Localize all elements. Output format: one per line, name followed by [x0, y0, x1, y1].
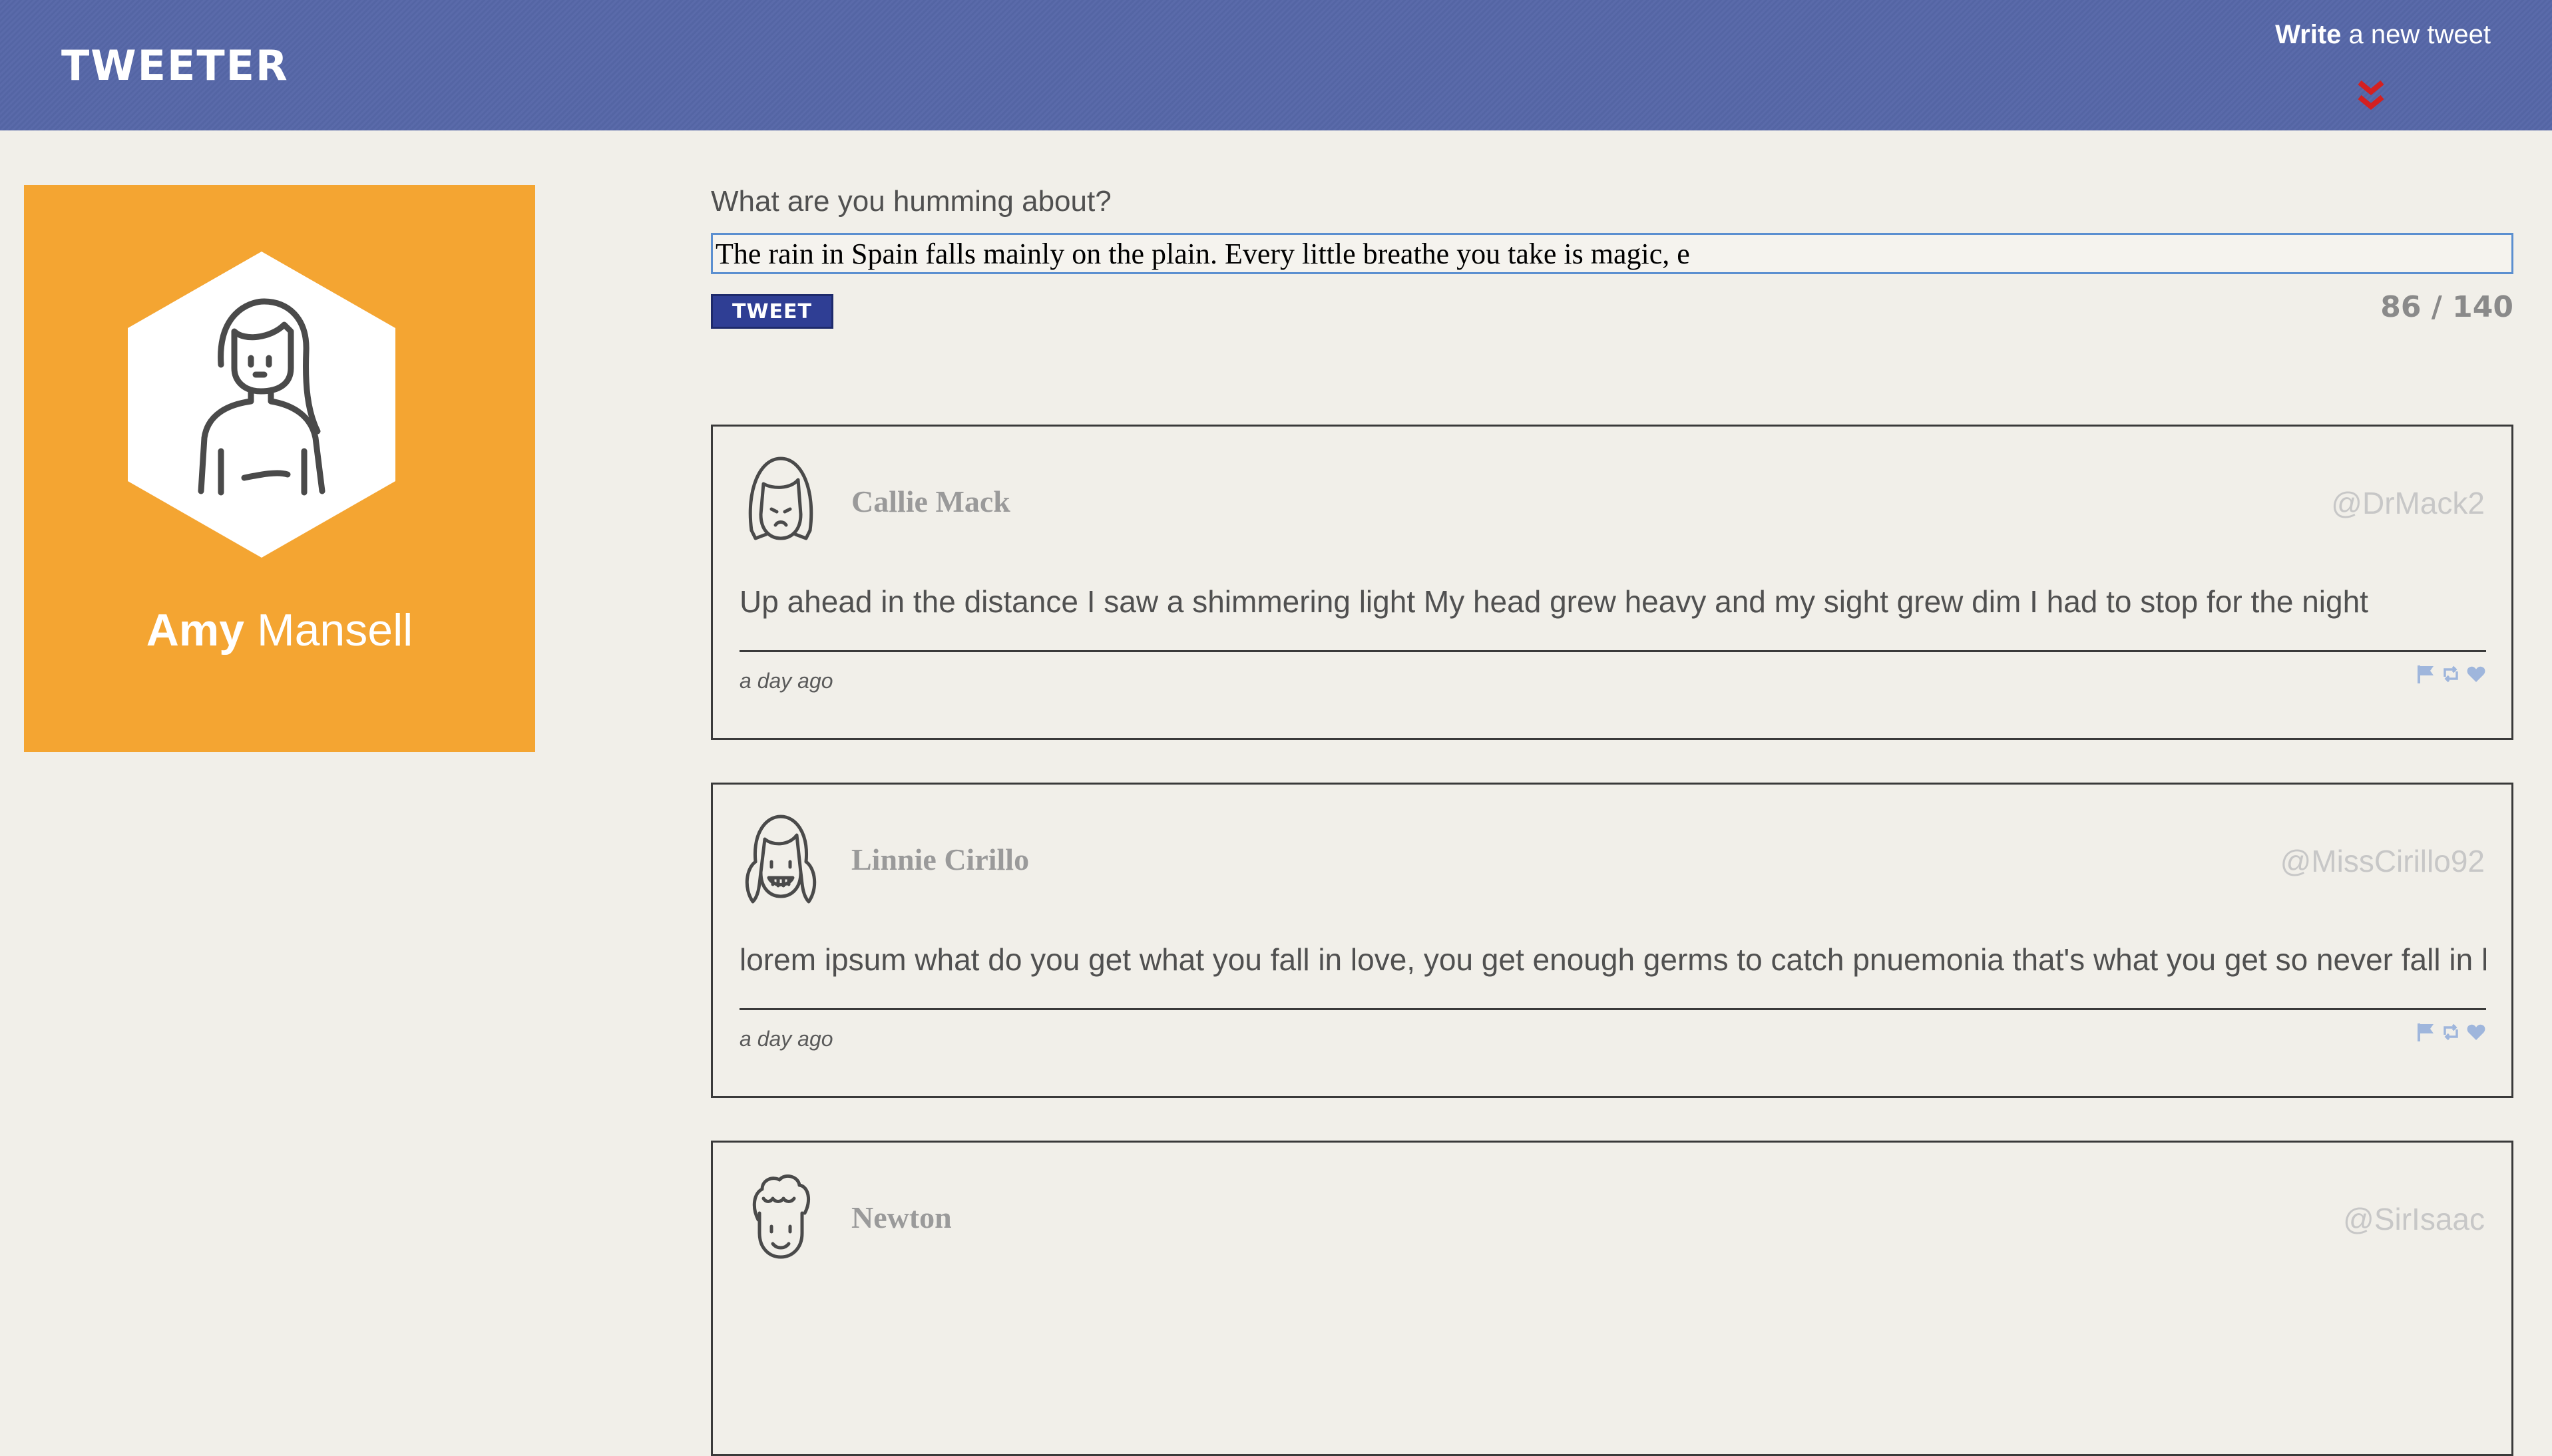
heart-icon[interactable]: [2466, 1021, 2486, 1043]
tweet-author-handle[interactable]: @MissCirillo92: [2280, 843, 2485, 879]
profile-card: Amy Mansell: [24, 185, 535, 752]
tweet-submit-button[interactable]: TWEET: [711, 294, 833, 329]
tweet-author-handle[interactable]: @DrMack2: [2331, 485, 2485, 521]
tweet-author-handle[interactable]: @SirIsaac: [2343, 1201, 2485, 1237]
top-nav-bar: TWEETER Write a new tweet: [0, 0, 2552, 130]
sad-girl-avatar-icon: [748, 456, 813, 540]
retweet-icon[interactable]: [2441, 663, 2461, 685]
tweet-actions: [2416, 663, 2486, 690]
tweet-body: Up ahead in the distance I saw a shimmer…: [740, 584, 2368, 619]
tweet-timestamp: a day ago: [740, 1027, 833, 1051]
grinning-girl-avatar-icon: [745, 815, 817, 904]
flag-icon[interactable]: [2416, 663, 2436, 685]
tweet-divider: [740, 650, 2486, 652]
brand-logo[interactable]: TWEETER: [61, 41, 289, 90]
tweet-card: Linnie Cirillo @MissCirillo92 lorem ipsu…: [711, 783, 2513, 1098]
tweet-card: Newton @SirIsaac: [711, 1141, 2513, 1456]
tweet-author-name[interactable]: Callie Mack: [851, 484, 1010, 519]
write-new-tweet-toggle[interactable]: Write a new tweet: [2251, 20, 2491, 120]
retweet-icon[interactable]: [2441, 1021, 2461, 1043]
tweet-divider: [740, 1008, 2486, 1010]
curly-hair-man-avatar-icon: [752, 1174, 811, 1259]
tweet-author-name[interactable]: Linnie Cirillo: [851, 842, 1029, 877]
tweet-author-name[interactable]: Newton: [851, 1200, 952, 1235]
compose-prompt-label: What are you humming about?: [711, 185, 1112, 218]
tweet-actions: [2416, 1021, 2486, 1048]
flag-icon[interactable]: [2416, 1021, 2436, 1043]
write-new-tweet-label[interactable]: Write a new tweet: [2251, 20, 2491, 50]
tweet-card: Callie Mack @DrMack2 Up ahead in the dis…: [711, 425, 2513, 740]
profile-name: Amy Mansell: [146, 605, 413, 655]
character-counter: 86 / 140: [2380, 290, 2513, 324]
profile-avatar: [128, 252, 395, 558]
heart-icon[interactable]: [2466, 663, 2486, 685]
tweet-timestamp: a day ago: [740, 669, 833, 693]
tweet-body: lorem ipsum what do you get what you fal…: [740, 942, 2486, 977]
tweet-text-input[interactable]: [711, 233, 2513, 274]
double-chevron-down-icon[interactable]: [2356, 79, 2386, 113]
